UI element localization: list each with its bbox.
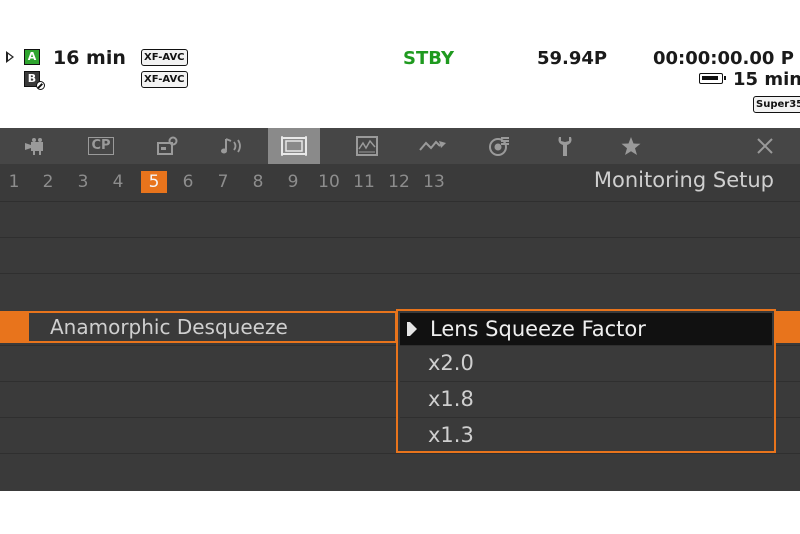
menu-row-empty: [0, 273, 800, 309]
format-badge-1: XF-AVC: [141, 49, 188, 66]
tab-audio[interactable]: [210, 128, 256, 164]
close-icon: [757, 138, 773, 154]
cp-icon: CP: [88, 137, 114, 155]
tab-waveform[interactable]: [344, 128, 390, 164]
battery-icon: [699, 73, 726, 84]
menu-row-empty: [0, 237, 800, 273]
menu-row-empty: [0, 201, 800, 237]
option-x1-8[interactable]: x1.8: [400, 381, 772, 417]
menu-title: Monitoring Setup: [593, 168, 774, 192]
page-4[interactable]: 4: [108, 171, 128, 193]
option-dropdown: Lens Squeeze Factor x2.0 x1.8 x1.3: [396, 309, 776, 453]
option-x2-0[interactable]: x2.0: [400, 345, 772, 381]
tab-assist[interactable]: [410, 128, 456, 164]
page-3[interactable]: 3: [73, 171, 93, 193]
tab-setup[interactable]: [542, 128, 588, 164]
page-13[interactable]: 13: [419, 171, 449, 193]
remaining-time: 16 min: [53, 47, 126, 69]
dropdown-title: Lens Squeeze Factor: [430, 317, 646, 341]
page-8[interactable]: 8: [248, 171, 268, 193]
camera-settings-icon: [157, 136, 178, 155]
monitoring-icon: [281, 136, 307, 156]
dropdown-header: Lens Squeeze Factor: [400, 313, 772, 345]
page-9[interactable]: 9: [283, 171, 303, 193]
menu-item-label: Anamorphic Desqueeze: [50, 315, 288, 339]
menu-row-empty: [0, 453, 800, 489]
page-2[interactable]: 2: [38, 171, 58, 193]
tab-camera-settings[interactable]: [144, 128, 190, 164]
assist-icon: [419, 140, 446, 151]
camera-icon: [25, 138, 43, 155]
frame-rate: 59.94P: [537, 48, 608, 69]
page-7[interactable]: 7: [213, 171, 233, 193]
card-slot-b-icon: B: [24, 71, 45, 90]
page-11[interactable]: 11: [349, 171, 379, 193]
tab-monitoring[interactable]: [268, 128, 320, 164]
record-state: STBY: [403, 48, 455, 69]
tab-custom-picture[interactable]: [476, 128, 522, 164]
tab-cp[interactable]: CP: [78, 128, 124, 164]
page-12[interactable]: 12: [384, 171, 414, 193]
cursor-arrow-icon: [407, 322, 417, 336]
no-card-icon: [36, 81, 45, 90]
page-5[interactable]: 5: [141, 171, 167, 193]
tab-camera[interactable]: [12, 128, 58, 164]
page-6[interactable]: 6: [178, 171, 198, 193]
waveform-icon: [356, 136, 378, 156]
play-icon: [6, 51, 14, 63]
page-10[interactable]: 10: [314, 171, 344, 193]
timecode: 00:00:00.00 P: [653, 48, 794, 69]
page-1[interactable]: 1: [4, 171, 24, 193]
star-icon: [621, 137, 641, 155]
sensor-mode-badge: Super35: [753, 96, 800, 113]
battery-time: 15 min: [733, 69, 800, 90]
menu-tab-bar: CP: [0, 128, 800, 164]
wrench-icon: [558, 137, 572, 156]
card-slot-a-icon: A: [24, 49, 40, 65]
close-button[interactable]: [742, 128, 788, 164]
format-badge-2: XF-AVC: [141, 71, 188, 88]
page-index-row: 1 2 3 4 5 6 7 8 9 10 11 12 13 Monitoring…: [0, 164, 800, 198]
tab-my-menu[interactable]: [608, 128, 654, 164]
custom-picture-icon: [489, 137, 509, 156]
audio-icon: [221, 138, 241, 154]
option-x1-3[interactable]: x1.3: [400, 417, 772, 453]
